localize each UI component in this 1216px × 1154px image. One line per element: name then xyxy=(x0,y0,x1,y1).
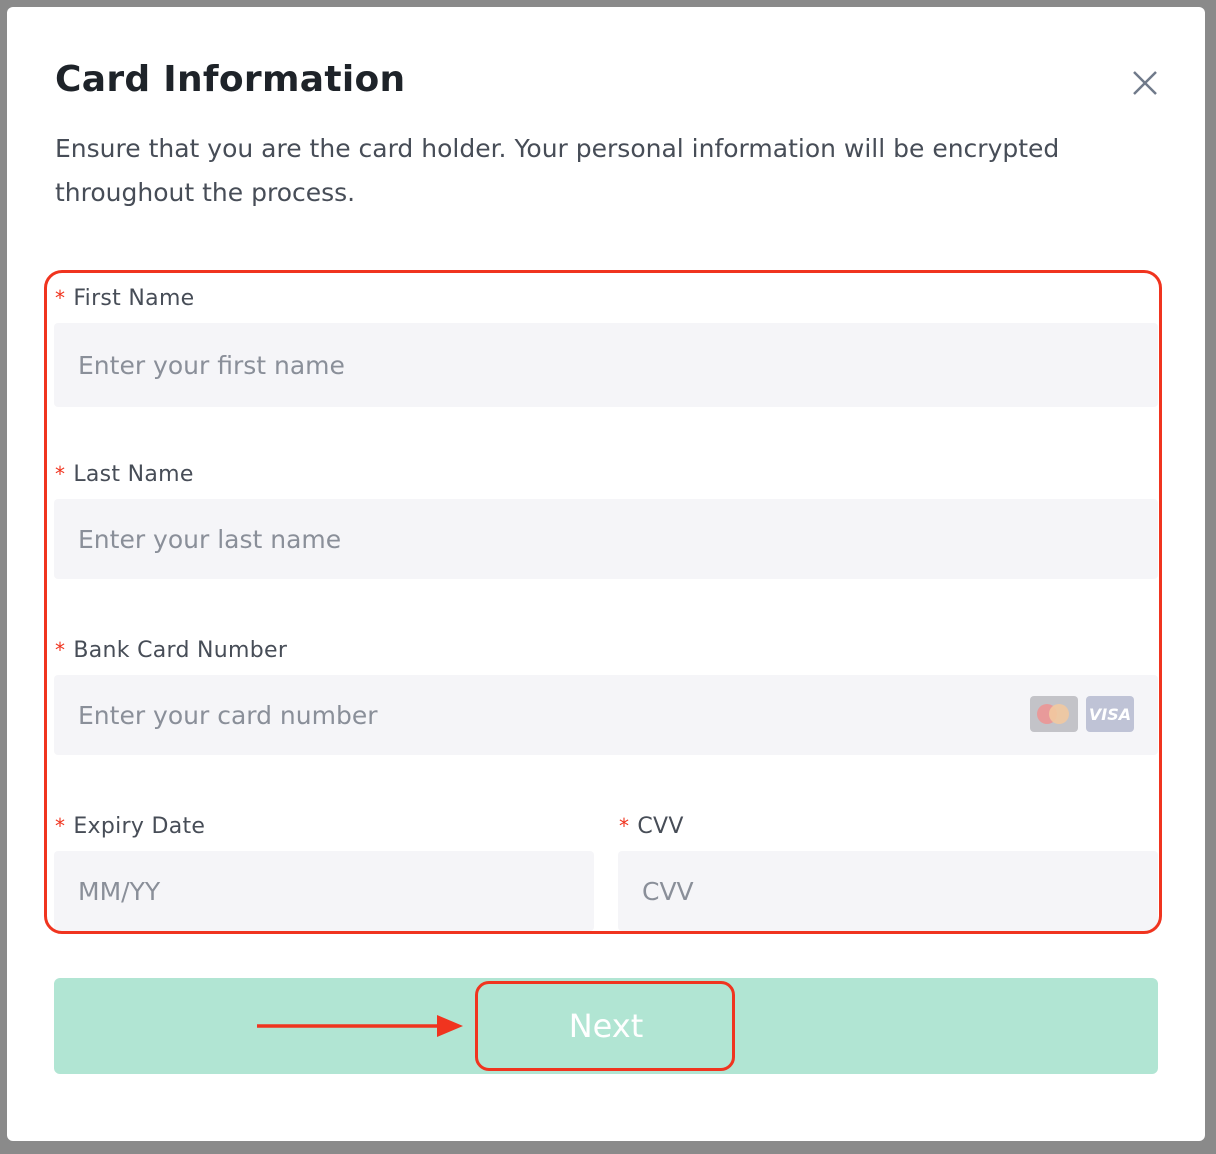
cvv-label-text: CVV xyxy=(637,814,684,839)
first-name-input[interactable] xyxy=(54,323,1158,407)
card-number-label-text: Bank Card Number xyxy=(73,638,288,663)
last-name-label-text: Last Name xyxy=(73,462,194,487)
last-name-input[interactable] xyxy=(54,499,1158,579)
card-number-label: * Bank Card Number xyxy=(55,638,287,663)
card-information-dialog: Card Information Ensure that you are the… xyxy=(7,7,1205,1141)
last-name-label: * Last Name xyxy=(55,462,194,487)
first-name-label: * First Name xyxy=(55,286,195,311)
expiry-date-input[interactable] xyxy=(54,851,594,931)
visa-icon: VISA xyxy=(1086,696,1134,732)
required-marker: * xyxy=(619,814,630,838)
dialog-description: Ensure that you are the card holder. You… xyxy=(55,134,1060,207)
mastercard-icon xyxy=(1030,696,1078,732)
cvv-label: * CVV xyxy=(619,814,684,839)
required-marker: * xyxy=(55,462,66,486)
first-name-label-text: First Name xyxy=(73,286,195,311)
required-marker: * xyxy=(55,638,66,662)
next-button[interactable]: Next xyxy=(54,978,1158,1074)
card-number-input[interactable] xyxy=(54,675,1158,755)
card-brand-logos: VISA xyxy=(1030,696,1134,732)
required-marker: * xyxy=(55,814,66,838)
dialog-title: Card Information xyxy=(55,59,406,100)
expiry-date-label: * Expiry Date xyxy=(55,814,205,839)
close-icon[interactable] xyxy=(1128,66,1162,100)
expiry-date-label-text: Expiry Date xyxy=(73,814,206,839)
required-marker: * xyxy=(55,286,66,310)
cvv-input[interactable] xyxy=(618,851,1158,931)
